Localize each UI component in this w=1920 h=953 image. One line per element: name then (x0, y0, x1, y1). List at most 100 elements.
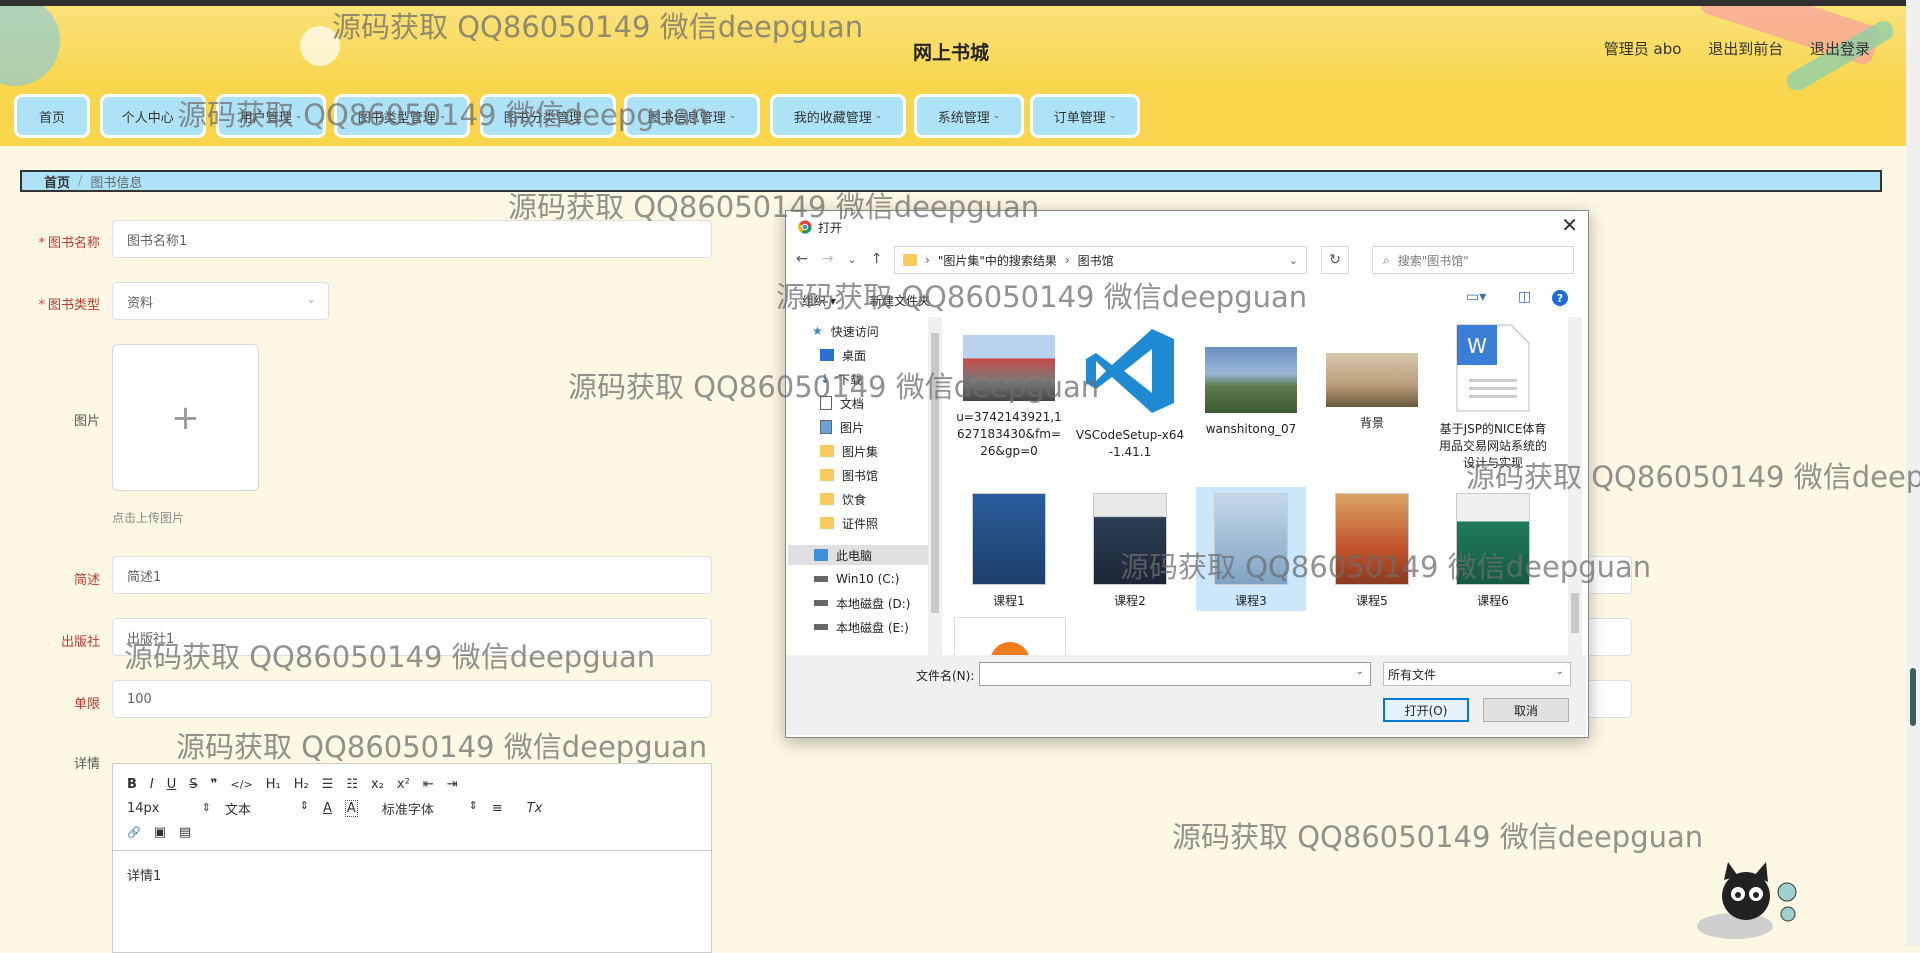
heading1-button[interactable]: H₁ (266, 777, 281, 792)
breadcrumb-home[interactable]: 首页 (44, 172, 70, 191)
nav-book-type-management[interactable]: 图书类型管理 ⌄ (334, 94, 470, 138)
navigation-pane-scroll-thumb[interactable] (931, 333, 939, 613)
chevron-down-icon[interactable]: ⌄ (1356, 666, 1364, 677)
align-button[interactable]: ≡ (492, 801, 503, 816)
recent-dropdown-icon[interactable]: ⌄ (847, 253, 856, 266)
filetype-select[interactable]: 所有文件 ⌄ (1383, 662, 1571, 686)
file-item[interactable]: u=3742143921,1627183430&fm=26&gp=0 (954, 323, 1064, 460)
tree-label: 此电脑 (836, 548, 873, 563)
tree-folder-picture-collection[interactable]: 图片集 (820, 441, 878, 461)
superscript-button[interactable]: x² (397, 777, 410, 792)
strike-button[interactable]: S (189, 777, 197, 792)
preview-pane-icon[interactable]: ◫ (1518, 289, 1531, 305)
orange-circle-thumbnail (990, 642, 1030, 655)
close-icon[interactable]: ✕ (1561, 213, 1578, 237)
download-icon: ↓ (820, 372, 831, 386)
font-family-select[interactable]: 标准字体 ⇕ (382, 799, 478, 818)
file-name: 课程2 (1114, 594, 1146, 608)
heading2-button[interactable]: H₂ (294, 777, 309, 792)
open-button[interactable]: 打开(O) (1383, 698, 1469, 722)
nav-order-management[interactable]: 订单管理 ⌄ (1030, 94, 1140, 138)
bullet-list-button[interactable]: ☷ (346, 777, 358, 792)
book-type-select[interactable]: 资料 ⌄ (112, 282, 329, 320)
summary-input[interactable]: 简述1 (112, 556, 712, 594)
ordered-list-button[interactable]: ☰ (322, 777, 334, 792)
file-item[interactable]: W 基于JSP的NICE体育用品交易网站系统的设计与实现 (1438, 323, 1548, 472)
tree-documents[interactable]: 文档 (820, 393, 864, 413)
link-button[interactable]: 🔗 (127, 826, 141, 839)
file-item[interactable]: 课程6 (1438, 493, 1548, 610)
italic-button[interactable]: I (150, 777, 154, 792)
nav-favorites-management[interactable]: 我的收藏管理 ⌄ (770, 94, 906, 138)
file-item-partial[interactable] (954, 617, 1066, 655)
admin-user-label: 管理员 abo (1603, 40, 1682, 58)
address-current-folder[interactable]: 图书馆 (1078, 252, 1114, 269)
filename-input[interactable]: ⌄ (979, 662, 1371, 686)
tree-drive-e[interactable]: 本地磁盘 (E:) (814, 617, 909, 637)
limit-input[interactable]: 100 (112, 680, 712, 718)
back-to-front-link[interactable]: 退出到前台 (1708, 40, 1783, 58)
forward-arrow-icon[interactable]: → (822, 251, 834, 267)
indent-button[interactable]: ⇥ (447, 777, 458, 792)
tree-pictures[interactable]: 图片 (820, 417, 864, 437)
tree-desktop[interactable]: 桌面 (820, 345, 866, 365)
tree-folder-id-photos[interactable]: 证件照 (820, 513, 878, 533)
bold-button[interactable]: B (127, 777, 137, 792)
background-color-button[interactable]: A (344, 799, 358, 817)
code-button[interactable]: </> (231, 778, 253, 791)
clear-format-button[interactable]: Tx (527, 801, 543, 816)
file-item[interactable]: wanshitong_07 (1196, 323, 1306, 438)
file-item[interactable]: 背景 (1317, 323, 1427, 432)
tree-drive-d[interactable]: 本地磁盘 (D:) (814, 593, 910, 613)
nav-book-category-management[interactable]: 图书分类管理 ⌄ (480, 94, 616, 138)
underline-button[interactable]: U (167, 777, 177, 792)
nav-home[interactable]: 首页 (14, 94, 90, 138)
font-size-select[interactable]: 14px ⇕ (127, 801, 211, 816)
site-header: 网上书城 管理员 abo 退出到前台 退出登录 (0, 6, 1920, 90)
file-item[interactable]: VSCodeSetup-x64-1.41.1 (1075, 323, 1185, 461)
tree-folder-food[interactable]: 饮食 (820, 489, 866, 509)
file-item[interactable]: 课程2 (1075, 493, 1185, 610)
address-bar[interactable]: › "图片集"中的搜索结果 › 图书馆 ⌄ (894, 246, 1307, 274)
format-select[interactable]: 文本 ⇕ (225, 799, 309, 818)
file-item[interactable]: 课程5 (1317, 493, 1427, 610)
file-item[interactable]: 课程1 (954, 493, 1064, 610)
chevron-down-icon[interactable]: ⌄ (1289, 254, 1298, 267)
quote-button[interactable]: ❞ (211, 777, 218, 792)
file-item-selected[interactable]: 课程3 (1196, 487, 1306, 611)
video-button[interactable]: ▤ (179, 825, 191, 840)
image-upload-box[interactable]: + (112, 344, 259, 491)
nav-user-management[interactable]: 用户管理 ⌄ (216, 94, 326, 138)
font-color-button[interactable]: A (323, 801, 332, 816)
refresh-icon[interactable]: ↻ (1321, 246, 1349, 274)
file-list-scroll-thumb[interactable] (1571, 593, 1579, 633)
organize-button[interactable]: 组织 ▾ (802, 292, 836, 309)
tree-drive-c[interactable]: Win10 (C:) (814, 569, 899, 589)
book-name-input[interactable]: 图书名称1 (112, 220, 712, 258)
view-options-icon[interactable]: ▭▾ (1466, 289, 1486, 305)
logout-link[interactable]: 退出登录 (1810, 40, 1870, 58)
back-arrow-icon[interactable]: ← (796, 251, 808, 267)
outdent-button[interactable]: ⇤ (423, 777, 434, 792)
up-arrow-icon[interactable]: ↑ (871, 251, 883, 267)
page-scrollbar-thumb[interactable] (1910, 668, 1916, 726)
select-value: 资料 (127, 295, 154, 311)
cancel-button[interactable]: 取消 (1483, 698, 1569, 722)
new-folder-button[interactable]: 新建文件夹 (870, 292, 930, 309)
editor-content[interactable]: 详情1 (113, 850, 711, 898)
help-icon[interactable]: ? (1552, 290, 1568, 306)
tree-this-pc[interactable]: 此电脑 (788, 545, 934, 565)
nav-personal-center[interactable]: 个人中心 ⌄ (100, 94, 206, 138)
tree-folder-library[interactable]: 图书馆 (820, 465, 878, 485)
search-input[interactable]: ⌕ 搜索"图书馆" (1372, 246, 1574, 274)
page-scrollbar[interactable] (1906, 0, 1920, 946)
address-search-results[interactable]: "图片集"中的搜索结果 (938, 252, 1057, 269)
subscript-button[interactable]: x₂ (371, 777, 384, 792)
nav-system-management[interactable]: 系统管理 ⌄ (914, 94, 1024, 138)
tree-downloads[interactable]: ↓ 下载 (820, 369, 862, 389)
nav-book-info-management[interactable]: 图书信息管理 ⌄ (624, 94, 760, 138)
address-separator: › (1064, 253, 1070, 267)
image-button[interactable]: ▣ (154, 825, 166, 840)
publisher-input[interactable]: 出版社1 (112, 618, 712, 656)
tree-quick-access[interactable]: ★ 快速访问 (812, 321, 879, 341)
